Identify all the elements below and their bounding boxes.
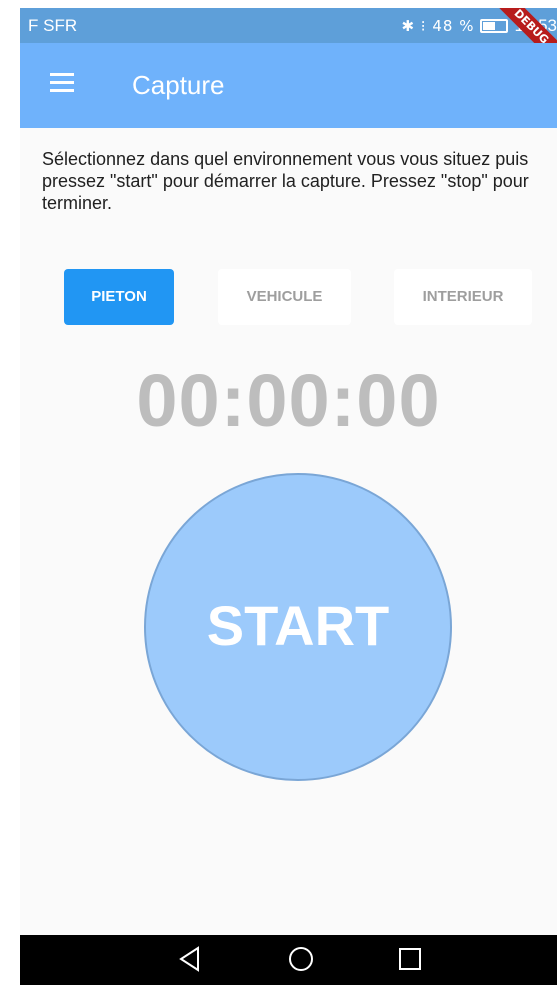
timer-display: 00:00:00: [136, 359, 441, 442]
hamburger-menu-icon[interactable]: [50, 73, 74, 95]
vehicule-button[interactable]: VEHICULE: [218, 269, 351, 325]
pieton-button[interactable]: PIETON: [64, 269, 174, 325]
mode-selector: PIETON VEHICULE INTERIEUR: [20, 269, 557, 325]
start-label: START: [206, 594, 390, 657]
signal-icons: ✱ ⁝ 48 %: [401, 17, 475, 35]
start-button[interactable]: START: [144, 473, 452, 781]
page-title: Capture: [132, 70, 225, 100]
interieur-button[interactable]: INTERIEUR: [394, 269, 532, 325]
home-icon[interactable]: [287, 945, 315, 978]
phone-screen: F SFR ✱ ⁝ 48 % 17:53 DEBUG Capture Sélec…: [20, 8, 557, 985]
instructions-text: Sélectionnez dans quel environnement vou…: [42, 149, 529, 213]
back-icon[interactable]: [178, 945, 202, 978]
app-bar: Capture: [20, 43, 557, 128]
recent-apps-icon[interactable]: [396, 945, 424, 978]
navigation-bar: [20, 935, 557, 985]
carrier-label: F SFR: [28, 16, 78, 35]
status-bar: F SFR ✱ ⁝ 48 % 17:53 DEBUG: [20, 8, 557, 76]
battery-icon: [480, 19, 509, 33]
